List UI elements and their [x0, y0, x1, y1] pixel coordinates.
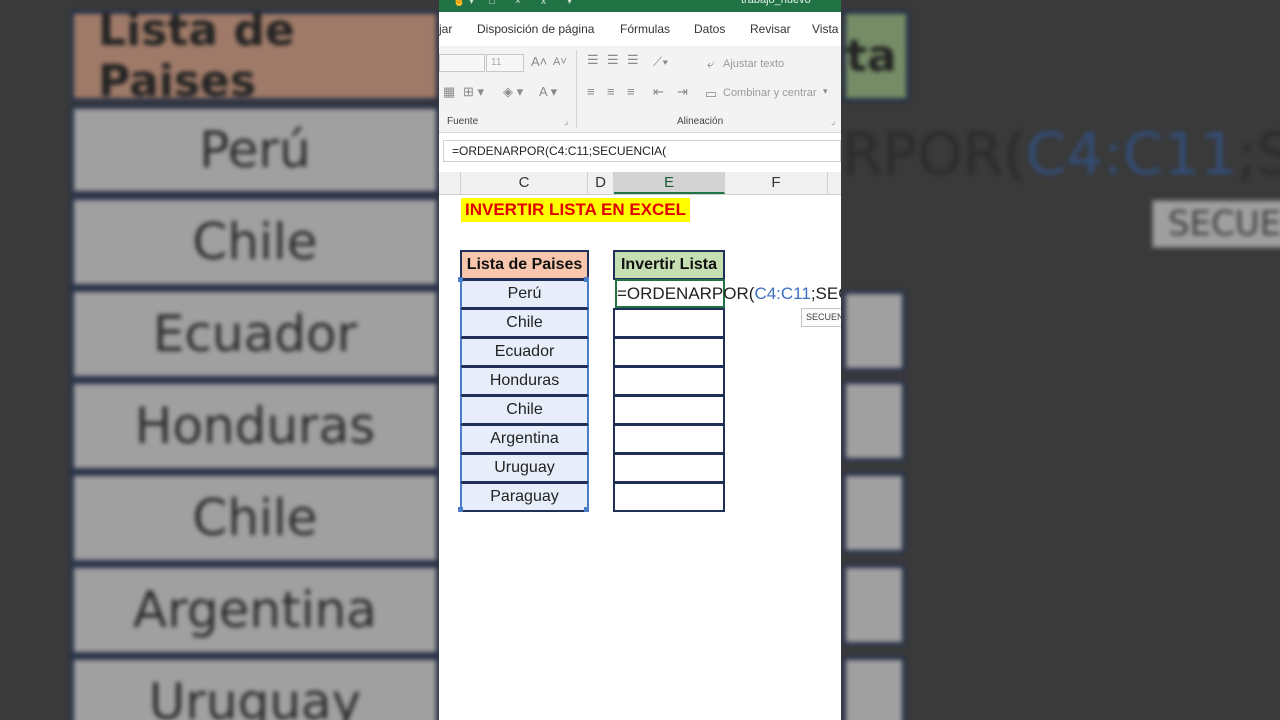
formula-input[interactable]: =ORDENARPOR(C4:C11;SECUENCIA( — [443, 140, 841, 162]
result-cell[interactable] — [613, 453, 725, 483]
tab-home[interactable]: jar — [439, 22, 452, 36]
bg-tooltip: SECUEN — [1152, 200, 1280, 248]
align-center-icon[interactable]: ≡ — [607, 84, 615, 99]
range-handle[interactable] — [458, 507, 463, 512]
merge-icon[interactable]: ▭ — [705, 86, 717, 102]
wrap-text-icon[interactable]: ⤶ — [707, 56, 714, 72]
font-name-select[interactable] — [439, 54, 485, 72]
increase-font-icon[interactable]: A˄ — [531, 54, 547, 69]
bg-cell: Perú — [70, 105, 440, 195]
tab-view[interactable]: Vista — [812, 22, 838, 36]
align-middle-icon[interactable]: ☰ — [607, 52, 619, 68]
group-label-alignment: Alineación — [677, 116, 724, 127]
tab-review[interactable]: Revisar — [750, 22, 791, 36]
excel-window: ☝ ▾ □ × x ▾ trabajo_nuevo jar Disposició… — [439, 0, 841, 720]
result-cell[interactable] — [613, 395, 725, 425]
bg-cell: Argentina — [70, 564, 440, 656]
tab-page-layout[interactable]: Disposición de página — [477, 22, 594, 36]
align-top-icon[interactable]: ☰ — [587, 52, 599, 68]
bg-header-right: ta — [842, 10, 910, 102]
country-cell[interactable]: Uruguay — [460, 453, 589, 483]
worksheet: INVERTIR LISTA EN EXCEL Lista de Paises … — [439, 195, 841, 720]
country-cell[interactable]: Chile — [460, 308, 589, 338]
bg-cell: Uruguay — [70, 656, 440, 720]
align-right-icon[interactable]: ≡ — [627, 84, 635, 99]
bg-cell-right — [842, 380, 906, 462]
column-header-c[interactable]: C — [461, 172, 588, 194]
corner-cell[interactable] — [439, 172, 461, 194]
header-invertir-lista[interactable]: Invertir Lista — [613, 250, 725, 280]
bg-cell: Chile — [70, 196, 440, 288]
title-banner[interactable]: INVERTIR LISTA EN EXCEL — [461, 198, 691, 222]
divider — [576, 50, 577, 128]
bg-formula: RPOR(C4:C11;SECU — [842, 120, 1280, 188]
title-bar: ☝ ▾ □ × x ▾ trabajo_nuevo — [439, 0, 841, 12]
font-size-select[interactable]: 11 — [486, 54, 524, 72]
column-header-f[interactable]: F — [725, 172, 828, 194]
country-cell[interactable]: Argentina — [460, 424, 589, 454]
bg-cell-right — [842, 656, 906, 720]
ribbon: 11 A˄ A˅ ▦ ⊞ ▾ ◈ ▾ A ▾ ☰ ☰ ☰ ⟋▾ ≡ ≡ ≡ ⇤ … — [439, 46, 841, 133]
decrease-font-icon[interactable]: A˅ — [553, 56, 567, 68]
tab-data[interactable]: Datos — [694, 22, 725, 36]
column-header-e[interactable]: E — [614, 172, 725, 194]
align-left-icon[interactable]: ≡ — [587, 84, 595, 99]
bg-cell: Ecuador — [70, 288, 440, 380]
formula-bar: =ORDENARPOR(C4:C11;SECUENCIA( — [439, 140, 841, 164]
result-cell[interactable] — [613, 366, 725, 396]
result-cell[interactable] — [613, 337, 725, 367]
range-handle[interactable] — [584, 507, 589, 512]
column-header-d[interactable]: D — [588, 172, 614, 194]
result-cell[interactable] — [613, 424, 725, 454]
touch-mode-icon[interactable]: ☝ — [453, 0, 465, 7]
country-cell[interactable]: Perú — [460, 279, 589, 309]
chevron-down-icon[interactable]: ▾ — [469, 0, 474, 7]
result-cell[interactable] — [613, 308, 725, 338]
close-icon[interactable]: × — [515, 0, 521, 7]
group-label-font: Fuente — [447, 116, 479, 127]
country-cell[interactable]: Paraguay — [460, 482, 589, 512]
font-color-icon[interactable]: A ▾ — [539, 84, 557, 100]
merge-center-button[interactable]: Combinar y centrar — [723, 87, 817, 99]
window-title: trabajo_nuevo — [741, 0, 811, 6]
range-handle[interactable] — [458, 277, 463, 282]
function-tooltip[interactable]: SECUEN — [801, 308, 841, 327]
bg-cell: Honduras — [70, 380, 440, 472]
align-bottom-icon[interactable]: ☰ — [627, 52, 639, 68]
header-lista-paises[interactable]: Lista de Paises — [460, 250, 589, 280]
country-cell[interactable]: Honduras — [460, 366, 589, 396]
new-file-icon[interactable]: □ — [489, 0, 495, 7]
subscript-icon[interactable]: x — [541, 0, 546, 7]
country-cell[interactable]: Ecuador — [460, 337, 589, 367]
tab-formulas[interactable]: Fórmulas — [620, 22, 670, 36]
borders-icon[interactable]: ⊞ ▾ — [463, 84, 484, 100]
column-headers: C D E F — [439, 172, 841, 195]
country-cell[interactable]: Chile — [460, 395, 589, 425]
border-icon[interactable]: ▦ — [443, 84, 455, 100]
result-cell[interactable] — [613, 482, 725, 512]
bg-header-left: Lista de Paises — [70, 5, 440, 107]
bg-cell-right — [842, 472, 906, 554]
chevron-down-icon[interactable]: ▾ — [823, 86, 828, 97]
wrap-text-button[interactable]: Ajustar texto — [723, 58, 784, 70]
fill-color-icon[interactable]: ◈ ▾ — [503, 84, 523, 100]
orientation-icon[interactable]: ⟋▾ — [653, 54, 668, 70]
dialog-launcher-icon[interactable]: ⌟ — [831, 116, 835, 127]
ribbon-tabs: jar Disposición de página Fórmulas Datos… — [439, 12, 841, 46]
increase-indent-icon[interactable]: ⇥ — [677, 84, 688, 100]
bg-cell-right — [842, 290, 906, 372]
bg-cell-right — [842, 564, 906, 646]
customize-icon[interactable]: ▾ — [567, 0, 572, 7]
decrease-indent-icon[interactable]: ⇤ — [653, 84, 664, 100]
dialog-launcher-icon[interactable]: ⌟ — [564, 116, 568, 127]
cell-formula-edit[interactable]: =ORDENARPOR(C4:C11;SECU — [617, 281, 841, 307]
range-handle[interactable] — [584, 277, 589, 282]
bg-cell: Chile — [70, 472, 440, 564]
